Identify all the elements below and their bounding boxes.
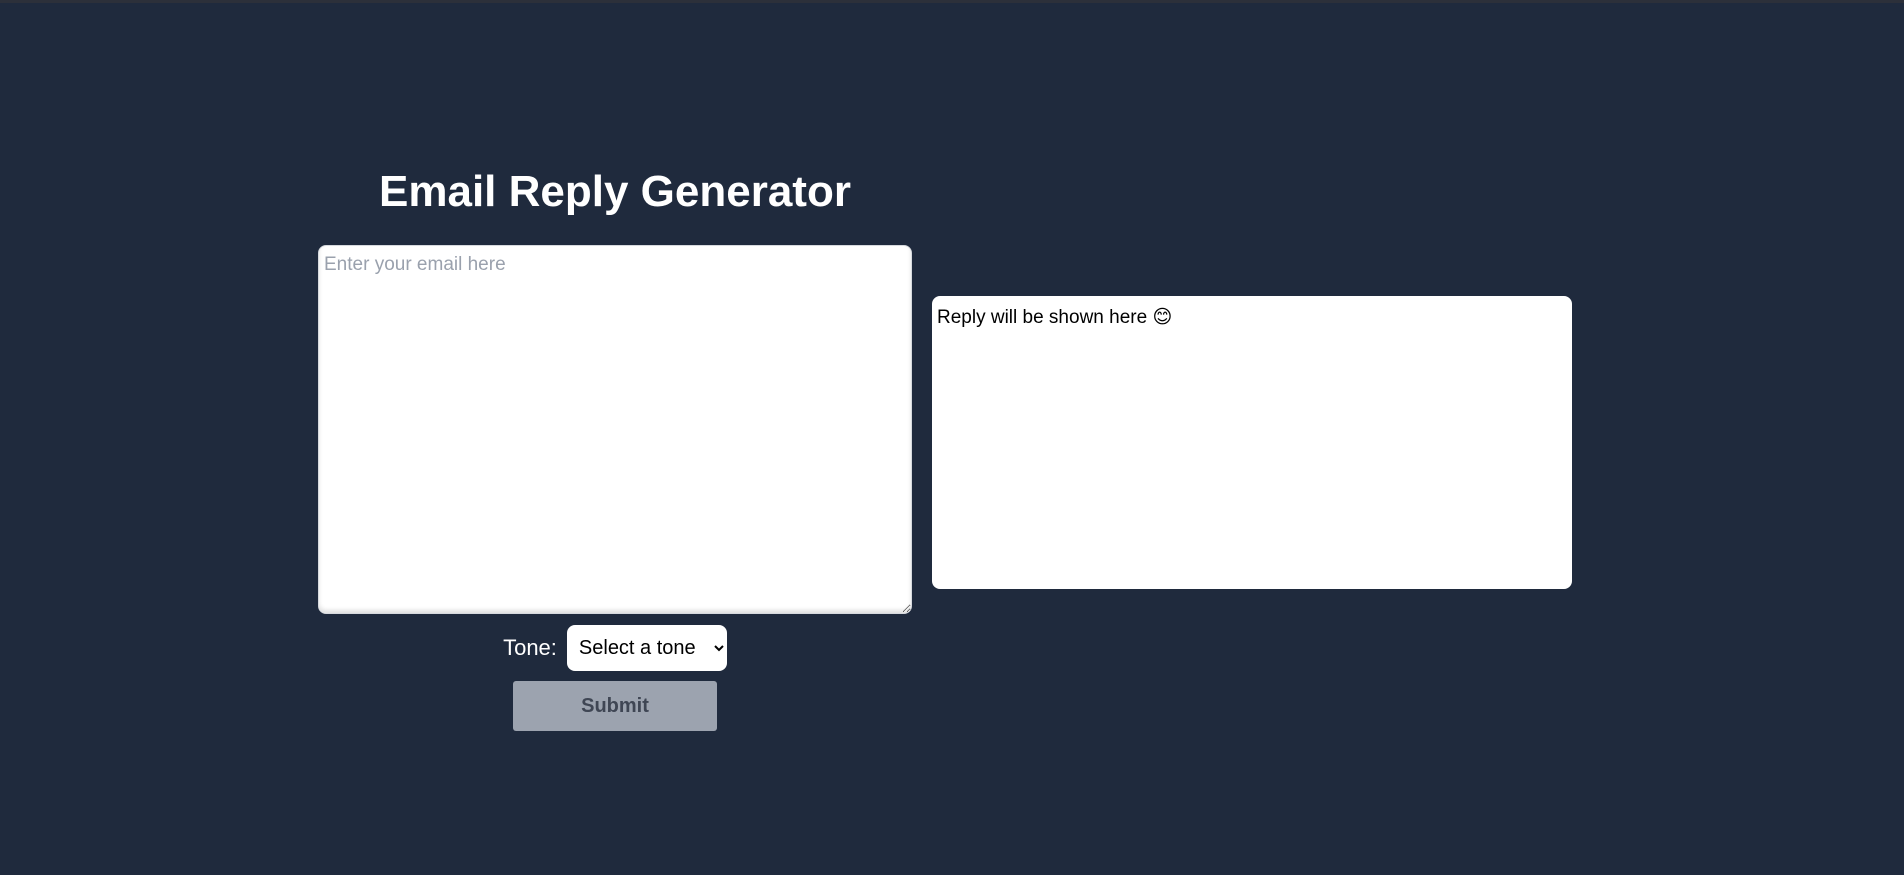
tone-row: Tone: Select a tone	[318, 625, 912, 671]
tone-select[interactable]: Select a tone	[566, 625, 727, 671]
email-input[interactable]	[318, 245, 912, 614]
reply-output: Reply will be shown here 😊	[932, 296, 1572, 589]
page-title: Email Reply Generator	[379, 167, 851, 216]
submit-button[interactable]: Submit	[513, 681, 717, 731]
window-top-border	[0, 0, 1904, 3]
reply-output-text: Reply will be shown here 😊	[937, 307, 1173, 328]
tone-label: Tone:	[503, 635, 557, 660]
